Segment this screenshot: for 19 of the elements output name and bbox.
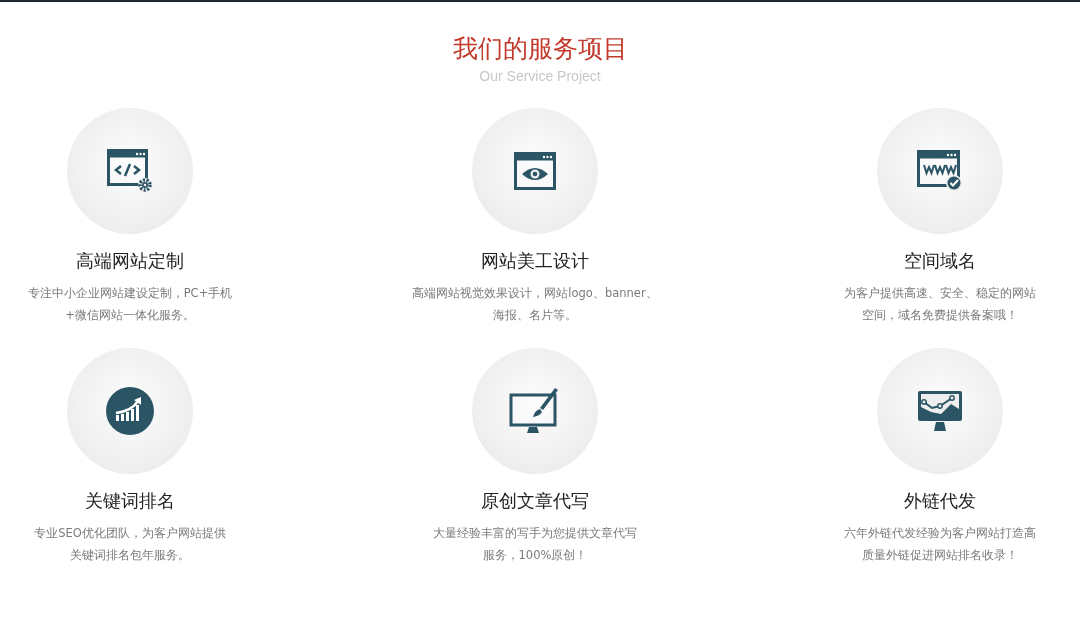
www-window-check-icon <box>917 150 963 192</box>
code-window-gear-icon <box>107 149 153 193</box>
service-description: 专业SEO优化团队，为客户网站提供 关键词排名包年服务。 <box>34 525 226 564</box>
service-title: 空间域名 <box>904 249 976 273</box>
service-title: 高端网站定制 <box>76 249 184 273</box>
service-title: 外链代发 <box>904 489 976 513</box>
eye-window-icon <box>514 152 556 190</box>
service-title: 网站美工设计 <box>481 249 589 273</box>
service-description: 大量经验丰富的写手为您提供文章代写 服务，100%原创！ <box>433 525 637 564</box>
section-title: 我们的服务项目 <box>452 33 628 65</box>
service-description: 专注中小企业网站建设定制，PC+手机 +微信网站一体化服务。 <box>27 285 233 324</box>
monitor-chart-icon <box>916 389 964 433</box>
service-description: 六年外链代发经验为客户网站打造高 质量外链促进网站排名收录！ <box>844 525 1036 564</box>
service-title: 原创文章代写 <box>481 489 589 513</box>
service-description: 为客户提供高速、安全、稳定的网站 空间，域名免费提供备案哦！ <box>844 285 1036 324</box>
service-title: 关键词排名 <box>85 489 175 513</box>
growth-chart-icon <box>106 387 154 435</box>
service-description: 高端网站视觉效果设计，网站logo、banner、 海报、名片等。 <box>412 285 658 324</box>
monitor-brush-icon <box>509 386 561 436</box>
